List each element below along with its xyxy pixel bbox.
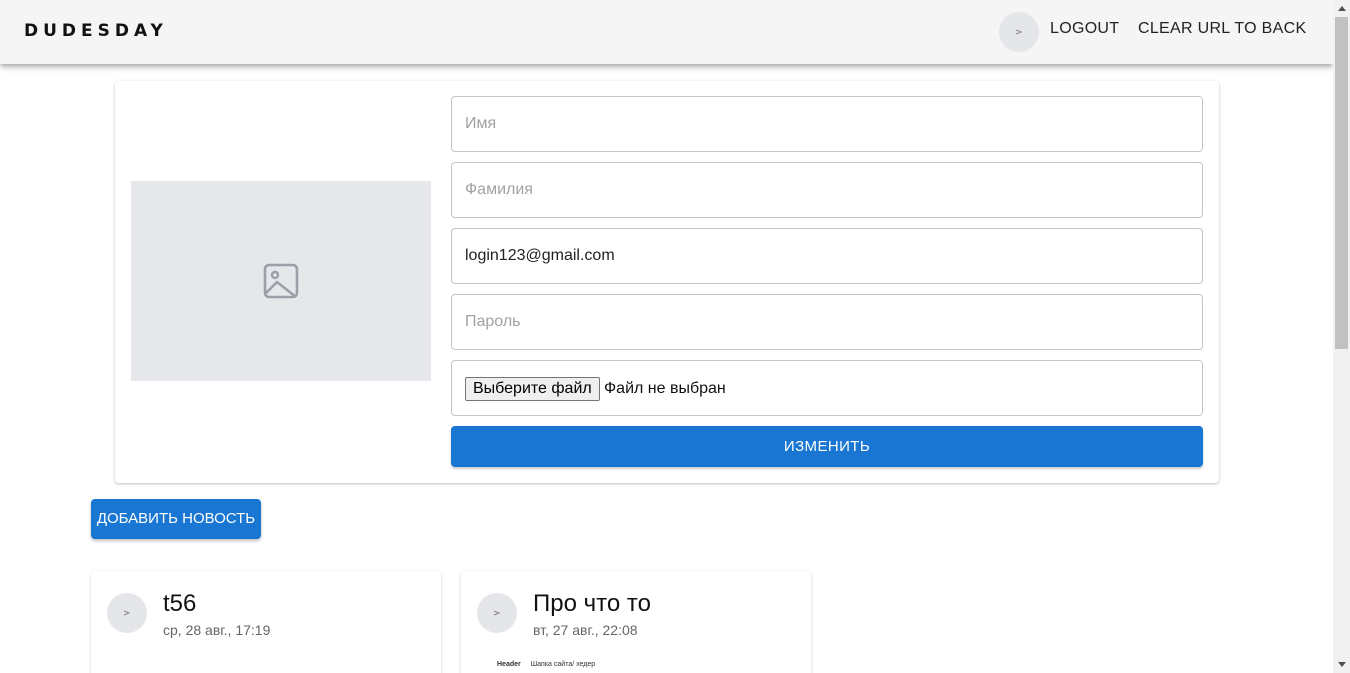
news-preview-image: Header Шапка сайта/ хедер	[497, 661, 595, 668]
clear-url-button[interactable]: CLEAR URL TO BACK	[1138, 20, 1306, 38]
news-avatar	[107, 593, 147, 633]
news-card[interactable]: Про что то вт, 27 авг., 22:08 Header Шапк…	[461, 571, 811, 673]
email-field	[451, 228, 1203, 284]
news-date: ср, 28 авг., 17:19	[163, 622, 271, 638]
last-name-input[interactable]	[465, 163, 1185, 217]
profile-card: Выберите файл Файл не выбран ИЗМЕНИТЬ	[115, 81, 1219, 483]
scroll-up-arrow-icon[interactable]	[1333, 0, 1350, 17]
news-title: Про что то	[533, 590, 651, 617]
logout-button[interactable]: LOGOUT	[1050, 20, 1119, 38]
add-news-button[interactable]: ДОБАВИТЬ НОВОСТЬ	[91, 499, 261, 539]
choose-file-button[interactable]: Выберите файл	[465, 377, 600, 401]
news-title: t56	[163, 590, 197, 617]
scrollbar-thumb[interactable]	[1335, 17, 1348, 349]
main-content: DUDESDAY LOGOUT CLEAR URL TO BACK Имя Фа…	[0, 0, 1333, 673]
brand-logo[interactable]: DUDESDAY	[24, 21, 168, 41]
image-icon	[263, 263, 299, 299]
password-field	[451, 294, 1203, 350]
news-card[interactable]: t56 ср, 28 авг., 17:19	[91, 571, 441, 673]
file-status-label: Файл не выбран	[604, 380, 726, 397]
update-profile-button[interactable]: ИЗМЕНИТЬ	[451, 426, 1203, 467]
file-field: Выберите файл Файл не выбран	[451, 360, 1203, 416]
broken-image-icon	[1015, 29, 1023, 35]
profile-photo-placeholder	[131, 181, 431, 381]
first-name-input[interactable]	[465, 97, 1185, 151]
news-date: вт, 27 авг., 22:08	[533, 622, 638, 638]
page: DUDESDAY LOGOUT CLEAR URL TO BACK Имя Фа…	[0, 0, 1350, 673]
last-name-field	[451, 162, 1203, 218]
password-input[interactable]	[465, 295, 1185, 349]
scroll-down-arrow-icon[interactable]	[1333, 656, 1350, 673]
preview-heading: Header	[497, 661, 521, 668]
email-input[interactable]	[465, 229, 1185, 283]
vertical-scrollbar[interactable]	[1333, 0, 1350, 673]
first-name-field	[451, 96, 1203, 152]
broken-image-icon	[493, 610, 501, 616]
broken-image-icon	[123, 610, 131, 616]
user-avatar[interactable]	[999, 12, 1039, 52]
app-bar: DUDESDAY LOGOUT CLEAR URL TO BACK	[0, 0, 1333, 64]
preview-text: Шапка сайта/ хедер	[530, 661, 596, 668]
news-avatar	[477, 593, 517, 633]
